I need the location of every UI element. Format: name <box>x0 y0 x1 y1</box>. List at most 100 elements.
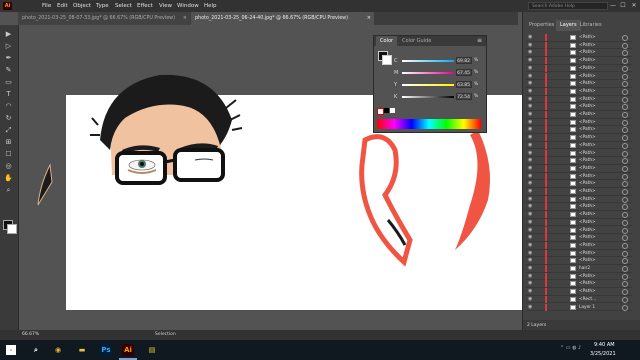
target-circle-icon[interactable] <box>622 242 628 249</box>
layer-name-label[interactable]: <Rect... <box>579 296 596 303</box>
target-circle-icon[interactable] <box>622 88 628 95</box>
visibility-eye-icon[interactable]: ◉ <box>528 126 532 133</box>
visibility-eye-icon[interactable]: ◉ <box>528 257 532 264</box>
target-circle-icon[interactable] <box>622 212 628 219</box>
layer-row[interactable]: ◉ <Path> <box>526 203 632 212</box>
target-circle-icon[interactable] <box>622 266 628 272</box>
layer-name-label[interactable]: <Path> <box>579 80 596 87</box>
layer-name-label[interactable]: <Path> <box>579 234 596 241</box>
target-circle-icon[interactable] <box>622 189 628 195</box>
target-circle-icon[interactable] <box>622 42 628 49</box>
target-circle-icon[interactable] <box>622 35 628 41</box>
layer-name-label[interactable]: <Path> <box>579 211 596 218</box>
layer-name-label[interactable]: hair2 <box>579 265 590 272</box>
target-circle-icon[interactable] <box>622 135 628 142</box>
layer-row[interactable]: ◉ <Path> <box>526 49 632 58</box>
visibility-eye-icon[interactable]: ◉ <box>528 180 532 187</box>
layer-name-label[interactable]: <Path> <box>579 273 596 280</box>
layer-name-label[interactable]: <Path> <box>579 257 596 264</box>
target-circle-icon[interactable] <box>622 81 628 88</box>
layer-row[interactable]: ◉ <Rect... <box>526 295 632 304</box>
target-circle-icon[interactable] <box>622 281 628 288</box>
black-slider[interactable] <box>402 96 454 98</box>
yellow-value-field[interactable]: 63.85 <box>456 81 472 88</box>
layer-name-label[interactable]: <Path> <box>579 165 596 172</box>
visibility-eye-icon[interactable]: ◉ <box>528 73 532 80</box>
tab-color[interactable]: Color <box>376 36 398 46</box>
layer-name-label[interactable]: <Path> <box>579 111 596 118</box>
visibility-eye-icon[interactable]: ◉ <box>528 96 532 103</box>
layer-name-label[interactable]: <Path> <box>579 250 596 257</box>
layer-row[interactable]: ◉ <Path> <box>526 257 632 265</box>
target-circle-icon[interactable] <box>622 119 628 126</box>
layer-row[interactable]: ◉ <Path> <box>526 195 632 204</box>
layer-row[interactable]: ◉ <Path> <box>526 241 632 250</box>
target-circle-icon[interactable] <box>622 250 628 257</box>
explorer-icon[interactable]: ▬ <box>76 344 88 356</box>
layer-name-label[interactable]: <Path> <box>579 134 596 141</box>
target-circle-icon[interactable] <box>622 296 628 303</box>
layer-row[interactable]: ◉ <Path> <box>526 64 632 73</box>
visibility-eye-icon[interactable]: ◉ <box>528 173 532 180</box>
visibility-eye-icon[interactable]: ◉ <box>528 242 532 249</box>
visibility-eye-icon[interactable]: ◉ <box>528 80 532 87</box>
layer-name-label[interactable]: <Path> <box>579 96 596 103</box>
target-circle-icon[interactable] <box>622 165 628 172</box>
visibility-eye-icon[interactable]: ◉ <box>528 265 532 272</box>
layer-row[interactable]: ◉ <Path> <box>526 141 632 150</box>
layer-row[interactable]: ◉ <Path> <box>526 280 632 289</box>
visibility-eye-icon[interactable]: ◉ <box>528 250 532 257</box>
layer-row[interactable]: ◉ <Path> <box>526 211 632 219</box>
target-circle-icon[interactable] <box>622 273 628 280</box>
visibility-eye-icon[interactable]: ◉ <box>528 288 532 295</box>
layer-row[interactable]: ◉ <Path> <box>526 134 632 142</box>
layer-name-label[interactable]: <Path> <box>579 288 596 295</box>
target-circle-icon[interactable] <box>622 235 628 242</box>
visibility-eye-icon[interactable]: ◉ <box>528 219 532 226</box>
layer-row[interactable]: ◉ <Path> <box>526 126 632 135</box>
clock-time[interactable]: 9:40 AM <box>594 342 615 348</box>
glasses-right-lens[interactable] <box>173 148 225 182</box>
layer-row[interactable]: ◉ <Path> <box>526 180 632 188</box>
layer-row[interactable]: ◉ <Path> <box>526 95 632 104</box>
layer-row[interactable]: ◉ <Path> <box>526 103 632 111</box>
panel-menu-icon[interactable]: ≡ <box>477 37 482 44</box>
layer-name-label[interactable]: <Path> <box>579 65 596 72</box>
layer-name-label[interactable]: <Path> <box>579 88 596 95</box>
target-circle-icon[interactable] <box>622 112 628 118</box>
target-circle-icon[interactable] <box>622 73 628 80</box>
layer-row[interactable]: ◉ hair2 <box>526 265 632 273</box>
layer-name-label[interactable]: <Path> <box>579 227 596 234</box>
cyan-slider[interactable] <box>402 60 454 62</box>
layer-name-label[interactable]: <Path> <box>579 142 596 149</box>
target-circle-icon[interactable] <box>622 181 628 188</box>
layer-name-label[interactable]: <Path> <box>579 57 596 64</box>
target-circle-icon[interactable] <box>622 142 628 149</box>
clock-date[interactable]: 3/25/2021 <box>590 351 616 357</box>
visibility-eye-icon[interactable]: ◉ <box>528 280 532 287</box>
visibility-eye-icon[interactable]: ◉ <box>528 227 532 234</box>
visibility-eye-icon[interactable]: ◉ <box>528 203 532 210</box>
layer-name-label[interactable]: <Path> <box>579 188 596 195</box>
visibility-eye-icon[interactable]: ◉ <box>528 165 532 172</box>
target-circle-icon[interactable] <box>622 173 628 180</box>
layer-name-label[interactable]: <Path> <box>579 73 596 80</box>
visibility-eye-icon[interactable]: ◉ <box>528 304 532 311</box>
target-circle-icon[interactable] <box>622 258 628 265</box>
search-icon[interactable]: ⌕ <box>30 344 42 356</box>
white-swatch[interactable] <box>390 108 395 113</box>
target-circle-icon[interactable] <box>622 150 628 157</box>
black-swatch[interactable] <box>384 108 389 113</box>
eyebrow-shape[interactable] <box>37 163 53 206</box>
layer-row[interactable]: ◉ <Path> <box>526 188 632 196</box>
target-circle-icon[interactable] <box>622 196 628 203</box>
layer-name-label[interactable]: <Path> <box>579 34 596 41</box>
layer-row[interactable]: ◉ <Path> <box>526 118 632 127</box>
layer-name-label[interactable]: <Path> <box>579 49 596 56</box>
visibility-eye-icon[interactable]: ◉ <box>528 142 532 149</box>
visibility-eye-icon[interactable]: ◉ <box>528 65 532 72</box>
magenta-slider[interactable] <box>402 72 454 74</box>
tab-color-guide[interactable]: Color Guide <box>398 36 435 46</box>
layer-name-label[interactable]: <Path> <box>579 219 596 226</box>
target-circle-icon[interactable] <box>622 219 628 226</box>
